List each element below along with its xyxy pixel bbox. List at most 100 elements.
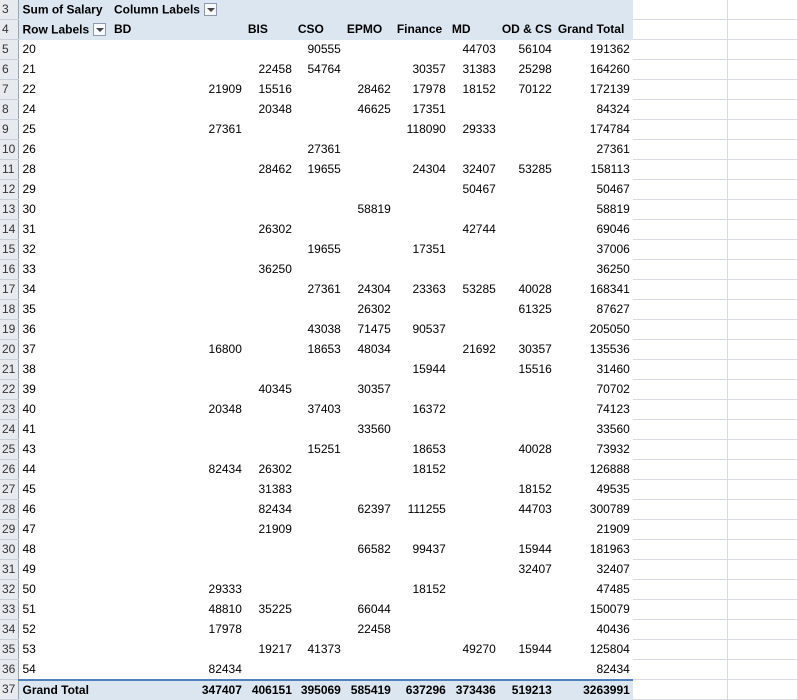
value-cell[interactable] bbox=[499, 400, 555, 420]
value-cell[interactable]: 20348 bbox=[245, 100, 295, 120]
row-grand-total-cell[interactable]: 300789 bbox=[555, 500, 633, 520]
value-cell[interactable]: 18152 bbox=[394, 460, 449, 480]
value-cell[interactable]: 61325 bbox=[499, 300, 555, 320]
row-header[interactable]: 32 bbox=[0, 579, 20, 600]
value-cell[interactable]: 26302 bbox=[344, 300, 394, 320]
value-cell[interactable]: 40028 bbox=[499, 440, 555, 460]
value-cell[interactable] bbox=[394, 520, 449, 540]
empty-cell[interactable] bbox=[727, 459, 798, 480]
value-cell[interactable]: 90555 bbox=[295, 40, 344, 60]
value-cell[interactable] bbox=[394, 620, 449, 640]
value-cell[interactable] bbox=[111, 280, 245, 300]
row-header[interactable]: 19 bbox=[0, 319, 20, 340]
row-grand-total-cell[interactable]: 33560 bbox=[555, 420, 633, 440]
row-grand-total-cell[interactable]: 181963 bbox=[555, 540, 633, 560]
value-cell[interactable] bbox=[111, 360, 245, 380]
value-cell[interactable] bbox=[499, 600, 555, 620]
grand-total-cell[interactable]: 406151 bbox=[244, 678, 295, 700]
empty-cell[interactable] bbox=[727, 659, 798, 680]
value-cell[interactable]: 18653 bbox=[394, 440, 449, 460]
value-cell[interactable]: 40345 bbox=[245, 380, 295, 400]
grand-total-label[interactable]: Grand Total bbox=[18, 678, 111, 700]
value-cell[interactable]: 43038 bbox=[295, 320, 344, 340]
row-header[interactable]: 13 bbox=[0, 199, 20, 220]
value-cell[interactable] bbox=[111, 560, 245, 580]
empty-cell[interactable] bbox=[727, 379, 798, 400]
grand-total-cell[interactable]: 3263991 bbox=[554, 678, 633, 700]
empty-cell[interactable] bbox=[727, 419, 798, 440]
value-cell[interactable]: 19217 bbox=[245, 640, 295, 660]
value-cell[interactable] bbox=[111, 220, 245, 240]
empty-cell[interactable] bbox=[632, 479, 729, 500]
row-header[interactable]: 31 bbox=[0, 559, 20, 580]
value-cell[interactable] bbox=[449, 380, 499, 400]
empty-cell[interactable] bbox=[632, 39, 729, 60]
row-label-cell[interactable]: 50 bbox=[19, 580, 111, 600]
empty-cell[interactable] bbox=[727, 479, 798, 500]
value-cell[interactable] bbox=[245, 320, 295, 340]
value-cell[interactable] bbox=[499, 620, 555, 640]
empty-cell[interactable] bbox=[727, 439, 798, 460]
row-label-cell[interactable]: 47 bbox=[19, 520, 111, 540]
value-cell[interactable]: 70122 bbox=[499, 80, 555, 100]
value-cell[interactable]: 56104 bbox=[499, 40, 555, 60]
empty-cell[interactable] bbox=[727, 499, 798, 520]
value-cell[interactable]: 66582 bbox=[344, 540, 394, 560]
row-label-cell[interactable]: 34 bbox=[19, 280, 111, 300]
value-cell[interactable]: 53285 bbox=[499, 160, 555, 180]
empty-cell[interactable] bbox=[727, 0, 798, 20]
empty-cell[interactable] bbox=[632, 559, 729, 580]
value-cell[interactable] bbox=[344, 640, 394, 660]
value-cell[interactable]: 21692 bbox=[449, 340, 499, 360]
value-cell[interactable]: 48034 bbox=[344, 340, 394, 360]
row-header[interactable]: 37 bbox=[0, 679, 20, 700]
value-cell[interactable] bbox=[394, 300, 449, 320]
row-label-cell[interactable]: 51 bbox=[19, 600, 111, 620]
value-cell[interactable] bbox=[295, 560, 344, 580]
row-header[interactable]: 9 bbox=[0, 119, 20, 140]
value-cell[interactable] bbox=[111, 300, 245, 320]
value-cell[interactable] bbox=[295, 80, 344, 100]
value-cell[interactable]: 90537 bbox=[394, 320, 449, 340]
value-cell[interactable] bbox=[394, 140, 449, 160]
column-header-cell[interactable]: Finance bbox=[393, 19, 449, 40]
value-cell[interactable]: 24304 bbox=[394, 160, 449, 180]
value-cell[interactable] bbox=[111, 440, 245, 460]
value-cell[interactable]: 18152 bbox=[499, 480, 555, 500]
row-labels-field[interactable]: Row Labels bbox=[18, 19, 111, 40]
value-cell[interactable]: 32407 bbox=[449, 160, 499, 180]
row-grand-total-cell[interactable]: 47485 bbox=[555, 580, 633, 600]
empty-cell[interactable] bbox=[727, 599, 798, 620]
row-header[interactable]: 15 bbox=[0, 239, 20, 260]
empty-cell[interactable] bbox=[727, 579, 798, 600]
row-grand-total-cell[interactable]: 74123 bbox=[555, 400, 633, 420]
value-cell[interactable] bbox=[499, 420, 555, 440]
value-cell[interactable]: 27361 bbox=[295, 280, 344, 300]
empty-cell[interactable] bbox=[727, 399, 798, 420]
pivot-header-blank[interactable] bbox=[343, 0, 394, 20]
grand-total-cell[interactable]: 519213 bbox=[498, 678, 555, 700]
value-cell[interactable] bbox=[449, 500, 499, 520]
row-grand-total-cell[interactable]: 191362 bbox=[555, 40, 633, 60]
value-cell[interactable] bbox=[394, 200, 449, 220]
value-cell[interactable]: 46625 bbox=[344, 100, 394, 120]
value-cell[interactable]: 31383 bbox=[449, 60, 499, 80]
empty-cell[interactable] bbox=[632, 539, 729, 560]
empty-cell[interactable] bbox=[727, 99, 798, 120]
row-header[interactable]: 7 bbox=[0, 79, 20, 100]
value-cell[interactable] bbox=[344, 40, 394, 60]
value-cell[interactable]: 29333 bbox=[449, 120, 499, 140]
value-cell[interactable] bbox=[449, 360, 499, 380]
empty-cell[interactable] bbox=[727, 679, 798, 700]
pivot-value-field[interactable]: Sum of Salary bbox=[18, 0, 111, 20]
value-cell[interactable] bbox=[499, 220, 555, 240]
value-cell[interactable] bbox=[295, 480, 344, 500]
value-cell[interactable] bbox=[449, 440, 499, 460]
row-label-cell[interactable]: 26 bbox=[19, 140, 111, 160]
value-cell[interactable] bbox=[449, 200, 499, 220]
value-cell[interactable] bbox=[111, 240, 245, 260]
row-label-cell[interactable]: 24 bbox=[19, 100, 111, 120]
row-grand-total-cell[interactable]: 135536 bbox=[555, 340, 633, 360]
row-label-cell[interactable]: 46 bbox=[19, 500, 111, 520]
value-cell[interactable]: 28462 bbox=[344, 80, 394, 100]
